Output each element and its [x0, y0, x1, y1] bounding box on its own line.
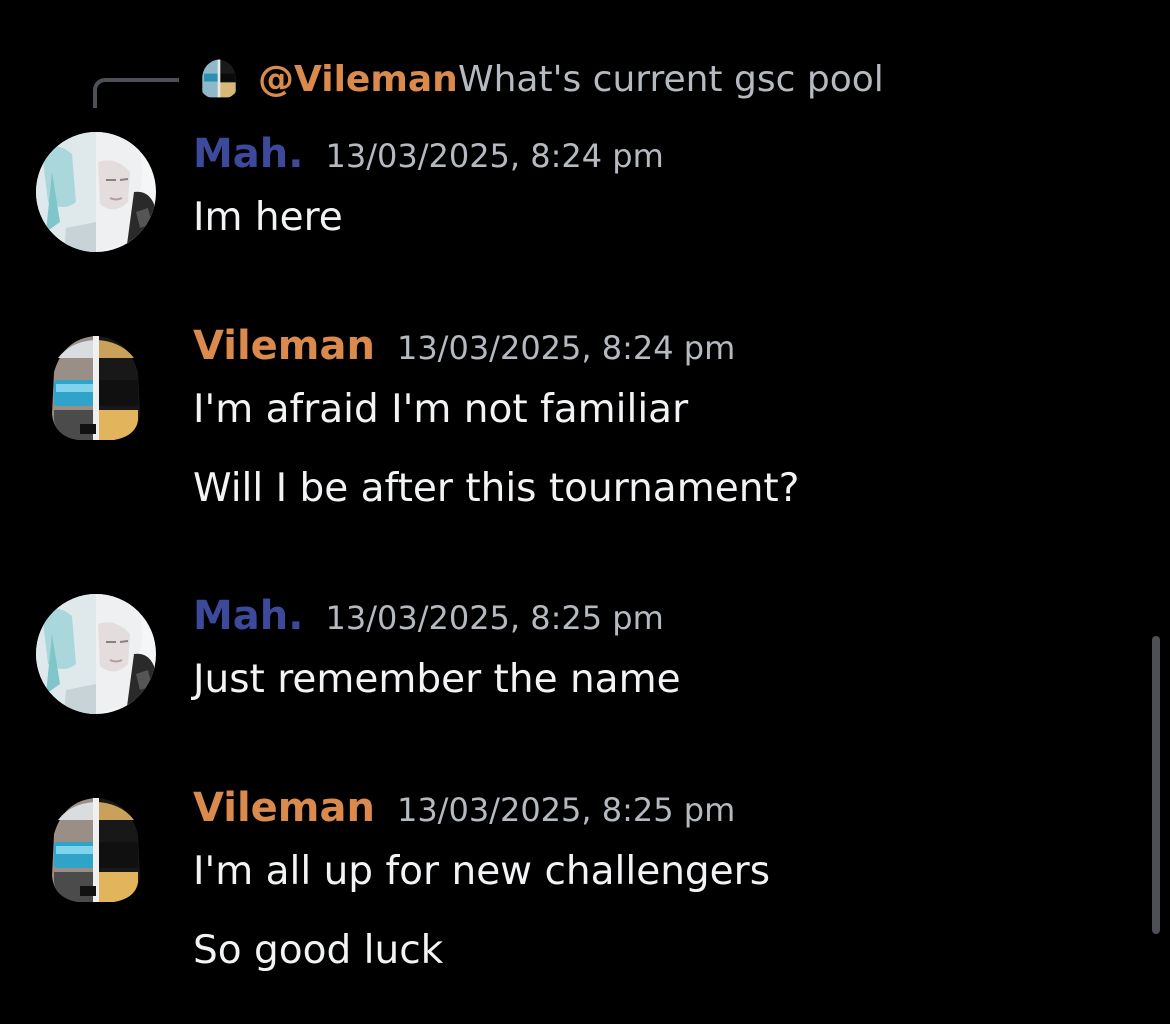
author-name[interactable]: Mah.	[193, 131, 303, 177]
message-timestamp: 13/03/2025, 8:24 pm	[325, 137, 664, 175]
reply-author-name[interactable]: @Vileman	[258, 58, 458, 102]
anime-avatar-icon[interactable]	[36, 594, 156, 714]
message-timestamp: 13/03/2025, 8:25 pm	[325, 599, 664, 637]
reply-connector-line	[93, 78, 179, 108]
scrollbar-thumb[interactable]	[1152, 636, 1160, 934]
daft-punk-helmet-avatar-icon[interactable]	[36, 328, 156, 448]
author-name[interactable]: Vileman	[193, 323, 375, 369]
daft-punk-helmet-avatar-icon[interactable]	[36, 790, 156, 910]
author-name[interactable]: Mah.	[193, 593, 303, 639]
message-timestamp: 13/03/2025, 8:24 pm	[396, 329, 736, 367]
message-text: I'm all up for new challengers	[193, 849, 771, 894]
anime-avatar-icon[interactable]	[36, 132, 156, 252]
message-group[interactable]: Vileman 13/03/2025, 8:24 pm I'm afraid I'…	[0, 322, 1130, 522]
message-text: So good luck	[193, 928, 444, 973]
message-group[interactable]: Vileman 13/03/2025, 8:25 pm I'm all up fo…	[0, 784, 1130, 984]
message-group[interactable]: Mah. 13/03/2025, 8:24 pm Im here	[0, 130, 1130, 260]
message-text: Just remember the name	[193, 657, 681, 702]
reply-message-text[interactable]: What's current gsc pool	[458, 58, 884, 102]
reply-avatar-icon[interactable]	[197, 56, 241, 100]
reply-preview[interactable]: @Vileman What's current gsc pool	[0, 50, 1000, 110]
message-group[interactable]: Mah. 13/03/2025, 8:25 pm Just remember th…	[0, 592, 1130, 722]
message-text: I'm afraid I'm not familiar	[193, 387, 689, 432]
message-text: Will I be after this tournament?	[193, 466, 800, 511]
message-text: Im here	[193, 195, 343, 240]
message-timestamp: 13/03/2025, 8:25 pm	[396, 791, 736, 829]
chat-message-list[interactable]: @Vileman What's current gsc pool Mah. 13/…	[0, 0, 1170, 1024]
author-name[interactable]: Vileman	[193, 785, 375, 831]
